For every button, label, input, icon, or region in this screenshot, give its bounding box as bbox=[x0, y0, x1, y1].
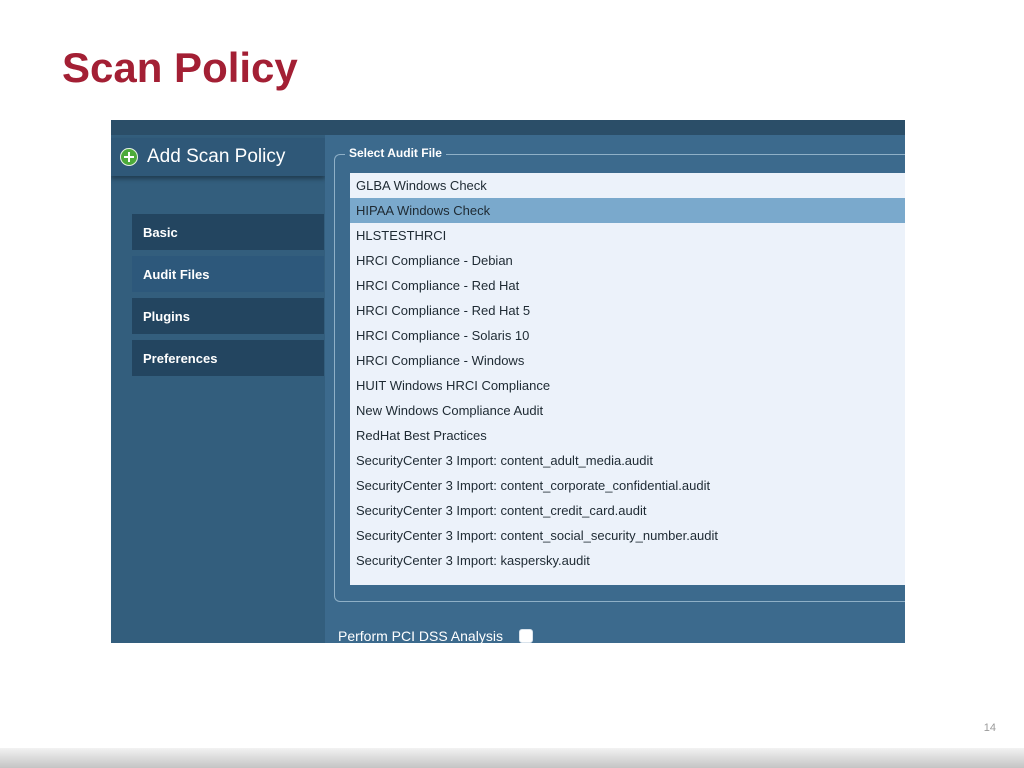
audit-file-listbox[interactable]: GLBA Windows Check HIPAA Windows Check H… bbox=[350, 173, 905, 585]
right-panel: Select Audit File GLBA Windows Check HIP… bbox=[325, 135, 905, 643]
window-top-bar bbox=[111, 120, 905, 135]
nav-item-basic[interactable]: Basic bbox=[132, 214, 324, 250]
audit-file-option-selected[interactable]: HIPAA Windows Check bbox=[350, 198, 905, 223]
audit-file-option[interactable]: HLSTESTHRCI bbox=[350, 223, 905, 248]
nav-item-label: Plugins bbox=[143, 308, 190, 324]
left-panel: Add Scan Policy Basic Audit Files Plugin… bbox=[111, 135, 325, 643]
nav-item-label: Audit Files bbox=[143, 266, 210, 282]
pci-dss-checkbox[interactable] bbox=[518, 629, 533, 643]
nav-item-label: Preferences bbox=[143, 350, 218, 366]
slide: Scan Policy Add Scan Policy Basic Audit … bbox=[0, 0, 1024, 768]
audit-file-option[interactable]: SecurityCenter 3 Import: kaspersky.audit bbox=[350, 548, 905, 573]
audit-file-option[interactable]: HUIT Windows HRCI Compliance bbox=[350, 373, 905, 398]
add-scan-policy-label: Add Scan Policy bbox=[147, 146, 286, 167]
audit-file-option[interactable]: HRCI Compliance - Solaris 10 bbox=[350, 323, 905, 348]
audit-file-legend: Select Audit File bbox=[345, 146, 446, 160]
audit-file-option[interactable]: HRCI Compliance - Red Hat bbox=[350, 273, 905, 298]
audit-file-option[interactable]: HRCI Compliance - Red Hat 5 bbox=[350, 298, 905, 323]
scan-policy-window: Add Scan Policy Basic Audit Files Plugin… bbox=[111, 120, 905, 643]
audit-file-option[interactable]: RedHat Best Practices bbox=[350, 423, 905, 448]
audit-file-option[interactable]: SecurityCenter 3 Import: content_credit_… bbox=[350, 498, 905, 523]
audit-file-option[interactable]: SecurityCenter 3 Import: content_social_… bbox=[350, 523, 905, 548]
nav-item-plugins[interactable]: Plugins bbox=[132, 298, 324, 334]
policy-nav: Basic Audit Files Plugins Preferences bbox=[132, 214, 324, 382]
audit-file-option[interactable]: New Windows Compliance Audit bbox=[350, 398, 905, 423]
add-circle-icon bbox=[120, 148, 138, 166]
nav-item-audit-files[interactable]: Audit Files bbox=[132, 256, 324, 292]
audit-file-option[interactable]: SecurityCenter 3 Import: content_corpora… bbox=[350, 473, 905, 498]
add-scan-policy-header[interactable]: Add Scan Policy bbox=[111, 138, 325, 176]
slide-footer-bar bbox=[0, 748, 1024, 768]
pci-dss-row: Perform PCI DSS Analysis bbox=[338, 628, 533, 643]
nav-item-label: Basic bbox=[143, 224, 178, 240]
audit-file-option[interactable]: GLBA Windows Check bbox=[350, 173, 905, 198]
page-number: 14 bbox=[983, 722, 996, 734]
pci-dss-label: Perform PCI DSS Analysis bbox=[338, 628, 503, 643]
audit-file-option[interactable]: SecurityCenter 3 Import: content_adult_m… bbox=[350, 448, 905, 473]
slide-title: Scan Policy bbox=[62, 44, 298, 91]
audit-file-option[interactable]: HRCI Compliance - Debian bbox=[350, 248, 905, 273]
audit-file-option[interactable]: HRCI Compliance - Windows bbox=[350, 348, 905, 373]
nav-item-preferences[interactable]: Preferences bbox=[132, 340, 324, 376]
